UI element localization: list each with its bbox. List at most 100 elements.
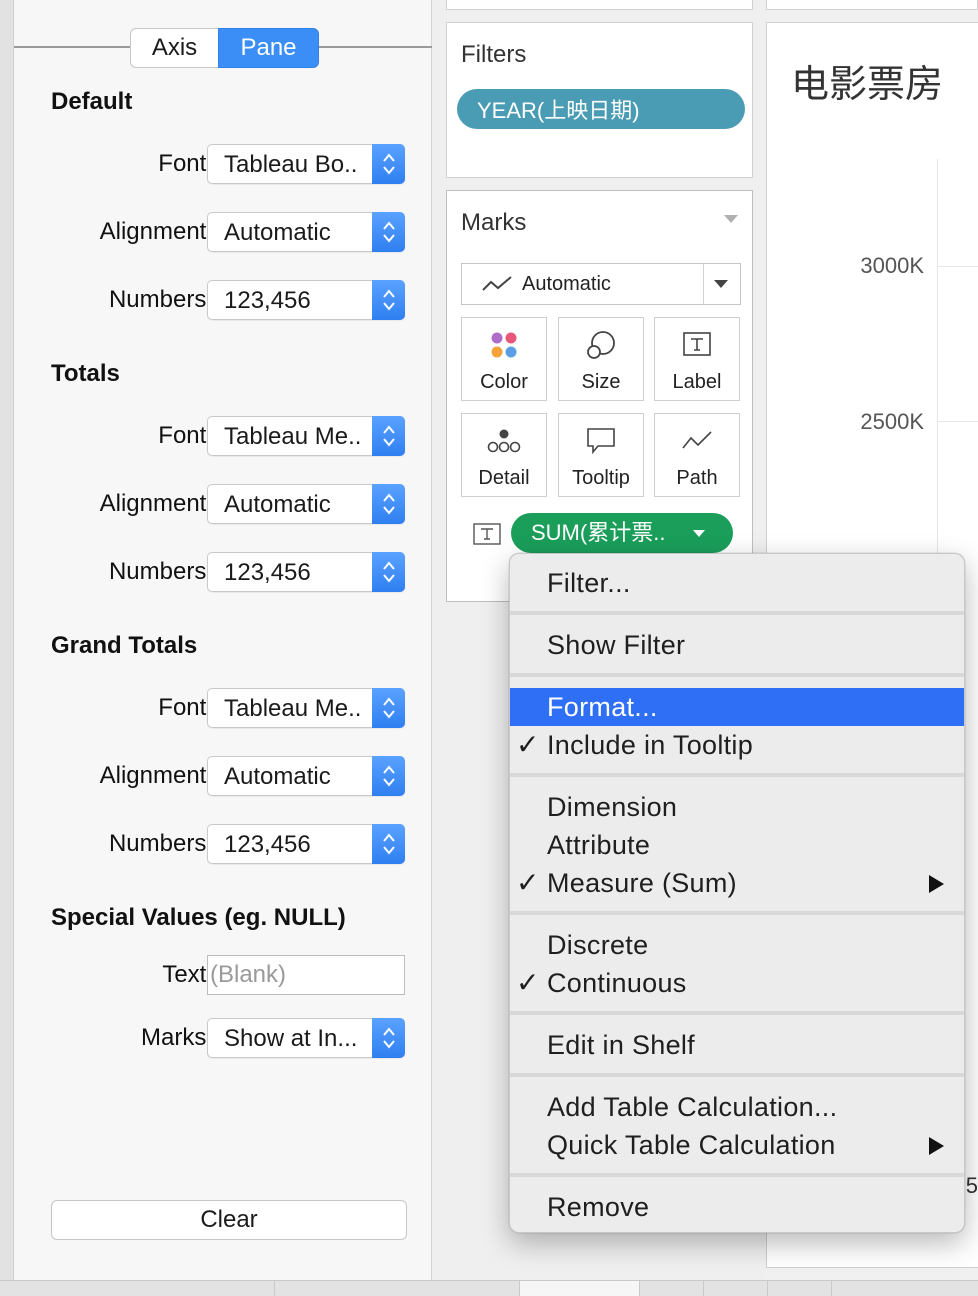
marks-path-button[interactable]: Path	[654, 413, 740, 497]
default-alignment-label: Alignment:	[99, 218, 213, 245]
menu-separator	[510, 1173, 964, 1177]
marks-color-label: Color	[480, 371, 528, 393]
y-tick-label: 3000K	[860, 253, 924, 278]
totals-alignment-label: Alignment:	[99, 490, 213, 517]
sum-field-pill[interactable]: SUM(累计票..	[511, 513, 733, 553]
checkmark-icon: ✓	[516, 967, 540, 998]
filter-pill-year[interactable]: YEAR(上映日期)	[457, 89, 745, 129]
default-font-label: Font:	[158, 150, 213, 177]
left-edge-strip	[0, 0, 14, 1280]
marks-label-button[interactable]: Label	[654, 317, 740, 401]
menu-item-discrete[interactable]: Discrete	[510, 926, 964, 964]
grand-totals-alignment-dropdown[interactable]: Automatic	[207, 756, 405, 796]
bottom-tab-segment[interactable]	[640, 1281, 704, 1296]
menu-separator	[510, 1011, 964, 1015]
marks-size-button[interactable]: Size	[558, 317, 644, 401]
mark-type-value: Automatic	[522, 273, 611, 295]
stepper-arrows-icon	[372, 756, 405, 796]
special-text-field-wrap	[207, 955, 405, 995]
color-dots-icon	[462, 330, 546, 360]
size-circles-icon	[559, 330, 643, 360]
grand-totals-font-label: Font:	[158, 694, 213, 721]
grand-totals-numbers-label: Numbers:	[108, 830, 213, 857]
default-numbers-dropdown[interactable]: 123,456	[207, 280, 405, 320]
menu-item-format[interactable]: Format...	[510, 688, 964, 726]
totals-font-label: Font:	[158, 422, 213, 449]
stepper-arrows-icon	[372, 1018, 405, 1058]
menu-separator	[510, 1073, 964, 1077]
totals-numbers-dropdown[interactable]: 123,456	[207, 552, 405, 592]
grand-totals-font-dropdown[interactable]: Tableau Me..	[207, 688, 405, 728]
stepper-arrows-icon	[372, 688, 405, 728]
special-marks-dropdown[interactable]: Show at In...	[207, 1018, 405, 1058]
menu-item-attribute[interactable]: Attribute	[510, 826, 964, 864]
menu-separator	[510, 773, 964, 777]
stepper-arrows-icon	[372, 824, 405, 864]
chevron-down-icon	[714, 280, 728, 288]
bottom-tab-segment[interactable]	[520, 1281, 640, 1296]
menu-item-measure[interactable]: ✓ Measure (Sum)	[510, 864, 964, 902]
chevron-down-icon	[693, 530, 705, 537]
bottom-tab-segment[interactable]	[768, 1281, 832, 1296]
mark-type-dropdown[interactable]: Automatic	[461, 263, 741, 305]
y-tick-label: 2500K	[860, 409, 924, 434]
menu-item-include-in-tooltip[interactable]: ✓ Include in Tooltip	[510, 726, 964, 764]
section-title-totals: Totals	[51, 360, 120, 387]
view-top-edge	[766, 0, 978, 10]
marks-detail-button[interactable]: Detail	[461, 413, 547, 497]
special-text-input[interactable]	[208, 956, 404, 994]
checkmark-icon: ✓	[516, 729, 540, 760]
view-title: 电影票房	[791, 64, 944, 106]
menu-item-continuous-label: Continuous	[547, 968, 687, 998]
tab-pane[interactable]: Pane	[218, 28, 319, 68]
totals-font-value: Tableau Me..	[224, 423, 362, 450]
default-font-dropdown[interactable]: Tableau Bo..	[207, 144, 405, 184]
checkmark-icon: ✓	[516, 867, 540, 898]
menu-item-add-table-calculation[interactable]: Add Table Calculation...	[510, 1088, 964, 1126]
section-title-grand-totals: Grand Totals	[51, 632, 198, 659]
totals-font-dropdown[interactable]: Tableau Me..	[207, 416, 405, 456]
default-numbers-label: Numbers:	[108, 286, 213, 313]
stepper-arrows-icon	[372, 212, 405, 252]
menu-item-filter[interactable]: Filter...	[510, 564, 964, 602]
y-axis-line	[937, 159, 938, 579]
menu-item-dimension[interactable]: Dimension	[510, 788, 964, 826]
dropdown-divider	[703, 264, 704, 304]
marks-detail-label: Detail	[478, 467, 530, 489]
stepper-arrows-icon	[372, 144, 405, 184]
menu-item-measure-label: Measure (Sum)	[547, 868, 737, 898]
special-marks-label: Marks:	[141, 1024, 213, 1051]
marks-card-menu-caret-icon[interactable]	[724, 215, 738, 223]
marks-size-label: Size	[581, 371, 621, 393]
submenu-arrow-icon	[929, 1137, 944, 1155]
bottom-tab-segment[interactable]	[704, 1281, 768, 1296]
marks-path-label: Path	[676, 467, 718, 489]
menu-item-quick-table-calculation[interactable]: Quick Table Calculation	[510, 1126, 964, 1164]
path-line-icon	[655, 426, 739, 456]
menu-item-remove[interactable]: Remove	[510, 1188, 964, 1226]
stepper-arrows-icon	[372, 416, 405, 456]
menu-item-show-filter[interactable]: Show Filter	[510, 626, 964, 664]
default-alignment-dropdown[interactable]: Automatic	[207, 212, 405, 252]
marks-tooltip-button[interactable]: Tooltip	[558, 413, 644, 497]
grand-totals-numbers-dropdown[interactable]: 123,456	[207, 824, 405, 864]
clear-button[interactable]: Clear	[51, 1200, 407, 1240]
filters-card-title: Filters	[461, 41, 527, 68]
bottom-tab-segment[interactable]	[0, 1281, 275, 1296]
section-title-special-values: Special Values (eg. NULL)	[51, 904, 346, 931]
totals-alignment-dropdown[interactable]: Automatic	[207, 484, 405, 524]
tab-axis[interactable]: Axis	[130, 28, 218, 68]
menu-item-continuous[interactable]: ✓ Continuous	[510, 964, 964, 1002]
bottom-sheet-tabs-bar	[0, 1280, 978, 1296]
menu-separator	[510, 673, 964, 677]
grand-totals-alignment-label: Alignment:	[99, 762, 213, 789]
menu-item-edit-in-shelf[interactable]: Edit in Shelf	[510, 1026, 964, 1064]
gridline	[937, 421, 978, 422]
menu-item-quick-table-calculation-label: Quick Table Calculation	[547, 1130, 836, 1160]
label-field-t-icon	[473, 523, 501, 550]
marks-color-button[interactable]: Color	[461, 317, 547, 401]
bottom-tab-segment[interactable]	[275, 1281, 520, 1296]
pill-context-menu: Filter... Show Filter Format... ✓ Includ…	[509, 553, 965, 1233]
grand-totals-font-value: Tableau Me..	[224, 695, 362, 722]
sum-field-pill-label: SUM(累计票..	[531, 520, 666, 545]
